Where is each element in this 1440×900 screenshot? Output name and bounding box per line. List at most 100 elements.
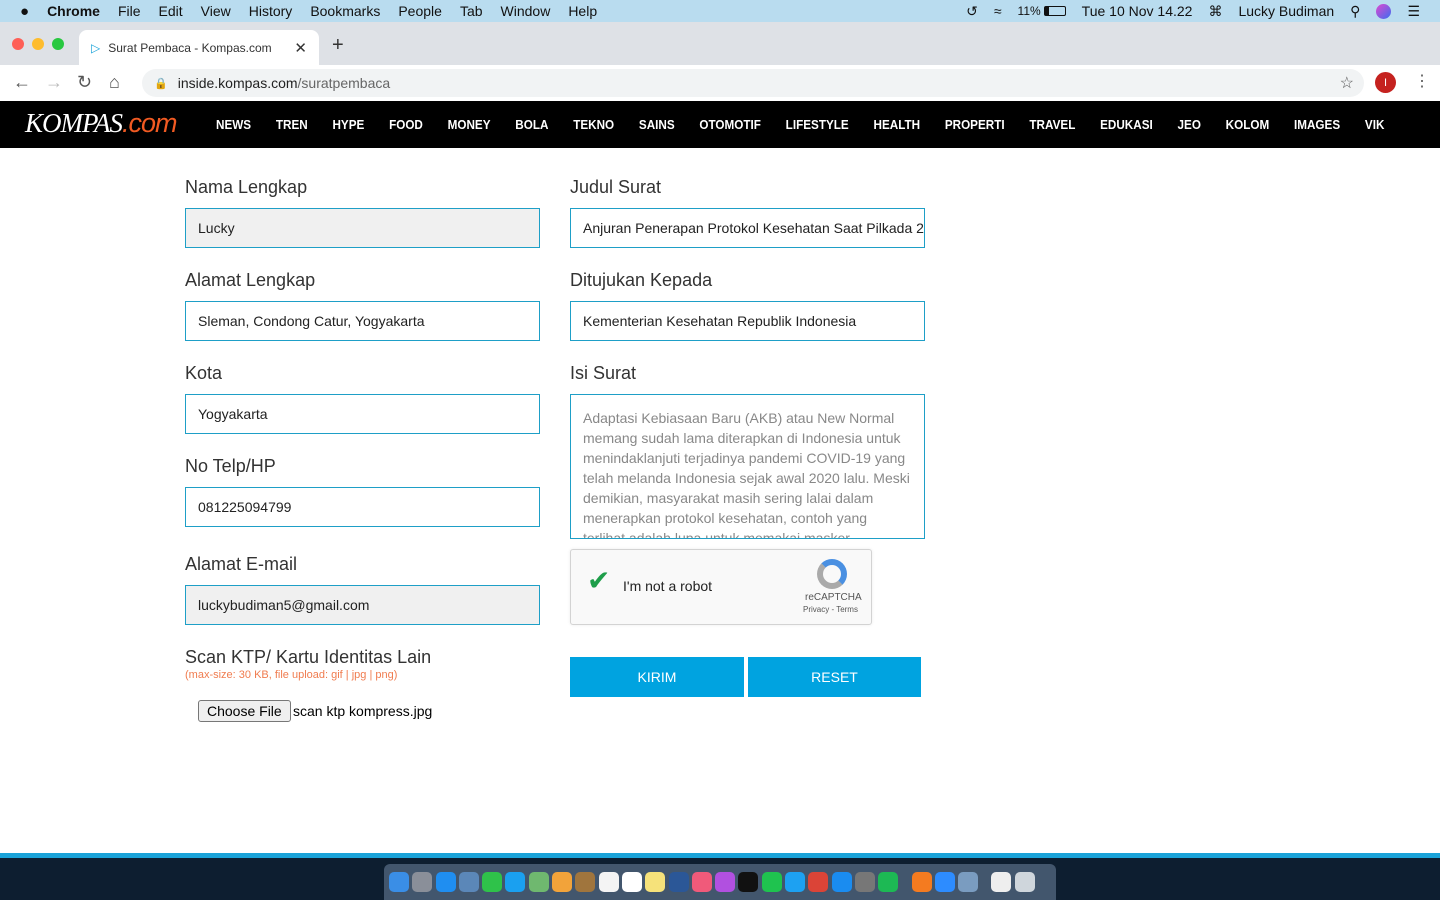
isi-label: Isi Surat <box>570 363 637 383</box>
apple-icon[interactable]: ● <box>20 3 29 20</box>
menu-tab[interactable]: Tab <box>460 3 483 19</box>
nav-item-otomotif[interactable]: OTOMOTIF <box>699 117 761 132</box>
dock-app-icon[interactable] <box>482 872 503 892</box>
alamat-input[interactable]: Sleman, Condong Catur, Yogyakarta <box>185 301 540 341</box>
menu-help[interactable]: Help <box>568 3 597 19</box>
tujuan-input[interactable]: Kementerian Kesehatan Republik Indonesia <box>570 301 925 341</box>
dock-app-icon[interactable] <box>878 872 899 892</box>
dock-app-icon[interactable] <box>505 872 526 892</box>
nav-item-bola[interactable]: BOLA <box>515 117 548 132</box>
kompas-logo[interactable]: KOMPAS.com <box>25 108 178 139</box>
scan-note: (max-size: 30 KB, file upload: gif | jpg… <box>185 669 398 681</box>
checkmark-icon[interactable]: ✔ <box>587 564 610 597</box>
back-icon[interactable]: ← <box>13 72 31 93</box>
datetime[interactable]: Tue 10 Nov 14.22 <box>1082 3 1193 19</box>
dock-app-icon[interactable] <box>958 872 979 892</box>
reset-button[interactable]: RESET <box>748 657 921 697</box>
dock-app-icon[interactable] <box>761 872 782 892</box>
dock-app-icon[interactable] <box>808 872 829 892</box>
browser-menu-icon[interactable]: ⋮ <box>1414 71 1430 91</box>
menu-app-name[interactable]: Chrome <box>47 3 100 19</box>
site-nav: KOMPAS.com NEWS TREN HYPE FOOD MONEY BOLA TEKN… <box>0 101 1440 148</box>
dock-app-icon[interactable] <box>435 872 456 892</box>
dock-app-icon[interactable] <box>412 872 433 892</box>
dock-app-icon[interactable] <box>715 872 736 892</box>
minimize-window-button[interactable] <box>32 38 44 50</box>
siri-icon[interactable] <box>1376 3 1392 19</box>
home-icon[interactable]: ⌂ <box>109 72 120 93</box>
reload-icon[interactable]: ↻ <box>77 72 92 93</box>
email-input[interactable]: luckybudiman5@gmail.com <box>185 585 540 625</box>
dock-app-icon[interactable] <box>934 872 955 892</box>
judul-label: Judul Surat <box>570 177 662 197</box>
nav-item-jeo[interactable]: JEO <box>1178 117 1201 132</box>
telp-input[interactable]: 081225094799 <box>185 487 540 527</box>
browser-tab[interactable]: ▷ Surat Pembaca - Kompas.com ✕ <box>79 30 319 65</box>
nama-input[interactable]: Lucky <box>185 208 540 248</box>
menu-history[interactable]: History <box>249 3 293 19</box>
dock-app-icon[interactable] <box>621 872 642 892</box>
dock-app-icon[interactable] <box>991 872 1012 892</box>
menu-window[interactable]: Window <box>501 3 551 19</box>
lock-icon[interactable]: 🔒 <box>154 77 168 90</box>
close-tab-icon[interactable]: ✕ <box>294 39 307 57</box>
nav-item-sains[interactable]: SAINS <box>639 117 675 132</box>
dock-app-icon[interactable] <box>575 872 596 892</box>
nav-item-hype[interactable]: HYPE <box>332 117 364 132</box>
choose-file-button[interactable]: Choose File <box>198 700 291 722</box>
nav-item-properti[interactable]: PROPERTI <box>945 117 1005 132</box>
dock-app-icon[interactable] <box>854 872 875 892</box>
dock-app-icon[interactable] <box>785 872 806 892</box>
nav-item-vik[interactable]: VIK <box>1365 117 1385 132</box>
isi-textarea[interactable]: Adaptasi Kebiasaan Baru (AKB) atau New N… <box>570 394 925 539</box>
keyboard-viewer-icon[interactable]: ⌘ <box>1208 3 1222 20</box>
nav-item-lifestyle[interactable]: LIFESTYLE <box>786 117 849 132</box>
dock-app-icon[interactable] <box>598 872 619 892</box>
wifi-icon[interactable]: ≈ <box>994 3 1002 19</box>
judul-input[interactable]: Anjuran Penerapan Protokol Kesehatan Saa… <box>570 208 925 248</box>
battery-icon[interactable] <box>1043 6 1066 16</box>
user-name[interactable]: Lucky Budiman <box>1238 3 1334 19</box>
menu-edit[interactable]: Edit <box>159 3 183 19</box>
menu-view[interactable]: View <box>201 3 231 19</box>
profile-avatar[interactable]: I <box>1375 72 1396 93</box>
close-window-button[interactable] <box>12 38 24 50</box>
nav-item-tekno[interactable]: TEKNO <box>573 117 614 132</box>
new-tab-button[interactable]: + <box>332 34 344 57</box>
dock-app-icon[interactable] <box>645 872 666 892</box>
nav-item-images[interactable]: IMAGES <box>1294 117 1340 132</box>
nav-item-food[interactable]: FOOD <box>389 117 423 132</box>
dock-app-icon[interactable] <box>1014 872 1035 892</box>
nav-item-travel[interactable]: TRAVEL <box>1029 117 1075 132</box>
tab-strip: ▷ Surat Pembaca - Kompas.com ✕ + <box>0 22 1440 65</box>
dock-app-icon[interactable] <box>528 872 549 892</box>
recaptcha-links[interactable]: Privacy - Terms <box>803 605 858 614</box>
time-machine-icon[interactable]: ↺ <box>966 3 978 20</box>
nav-item-kolom[interactable]: KOLOM <box>1226 117 1270 132</box>
spotlight-search-icon[interactable]: ⚲ <box>1350 3 1360 20</box>
nav-item-money[interactable]: MONEY <box>448 117 491 132</box>
maximize-window-button[interactable] <box>52 38 64 50</box>
dock-app-icon[interactable] <box>738 872 759 892</box>
kota-input[interactable]: Yogyakarta <box>185 394 540 434</box>
nav-item-tren[interactable]: TREN <box>276 117 308 132</box>
dock-app-icon[interactable] <box>831 872 852 892</box>
url-bar[interactable]: 🔒 inside.kompas.com/suratpembaca ☆ <box>142 69 1364 97</box>
notification-center-icon[interactable]: ☰ <box>1407 3 1420 20</box>
dock-app-icon[interactable] <box>668 872 689 892</box>
menu-people[interactable]: People <box>398 3 442 19</box>
nav-item-news[interactable]: NEWS <box>216 117 251 132</box>
nav-item-health[interactable]: HEALTH <box>873 117 920 132</box>
dock-app-icon[interactable] <box>458 872 479 892</box>
menu-file[interactable]: File <box>118 3 141 19</box>
menu-bookmarks[interactable]: Bookmarks <box>310 3 380 19</box>
forward-icon[interactable]: → <box>45 72 63 93</box>
address-bar-row: ← → ↻ ⌂ 🔒 inside.kompas.com/suratpembaca… <box>0 65 1440 101</box>
dock-app-icon[interactable] <box>552 872 573 892</box>
dock-app-icon[interactable] <box>911 872 932 892</box>
dock-app-icon[interactable] <box>389 872 409 892</box>
dock-app-icon[interactable] <box>691 872 712 892</box>
bookmark-star-icon[interactable]: ☆ <box>1340 73 1354 93</box>
kirim-button[interactable]: KIRIM <box>570 657 744 697</box>
nav-item-edukasi[interactable]: EDUKASI <box>1100 117 1153 132</box>
